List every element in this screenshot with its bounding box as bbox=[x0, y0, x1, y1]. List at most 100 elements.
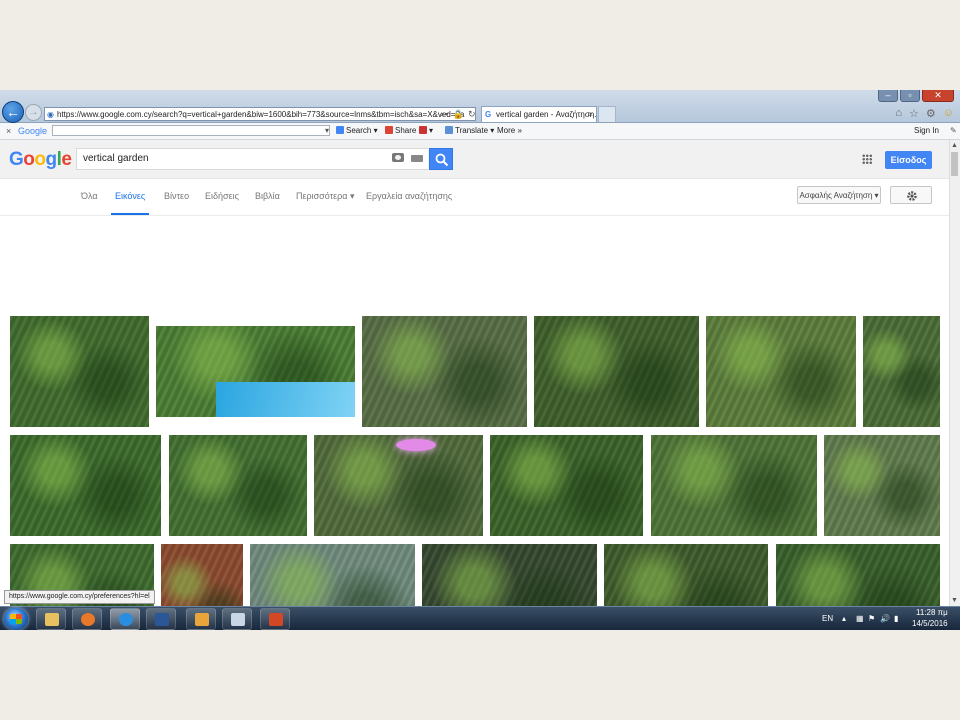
search-input[interactable]: vertical garden bbox=[76, 148, 428, 170]
google-header: Google vertical garden Είσοδος bbox=[0, 140, 950, 179]
image-result-thumbnail[interactable] bbox=[161, 544, 243, 606]
flag-icon[interactable]: ⚑ bbox=[868, 614, 875, 623]
search-button[interactable] bbox=[429, 148, 453, 170]
battery-icon[interactable]: ▮ bbox=[894, 614, 898, 623]
image-results-grid bbox=[0, 216, 950, 606]
window-controls: – ▫ ✕ bbox=[878, 90, 954, 102]
close-button[interactable]: ✕ bbox=[922, 90, 954, 102]
image-result-thumbnail[interactable] bbox=[10, 316, 149, 427]
folder-icon bbox=[45, 613, 59, 626]
image-result-thumbnail[interactable] bbox=[490, 435, 643, 536]
tab-images[interactable]: Εικόνες bbox=[111, 179, 150, 215]
windows-taskbar: EN ▴ ▦ ⚑ 🔊 ▮ 11:28 πμ 14/5/2016 bbox=[0, 606, 960, 630]
keyboard-icon[interactable] bbox=[411, 155, 423, 162]
image-result-thumbnail[interactable] bbox=[824, 435, 940, 536]
image-result-thumbnail[interactable] bbox=[776, 544, 940, 606]
back-arrow-icon[interactable]: ← bbox=[2, 101, 24, 123]
settings-button[interactable] bbox=[890, 186, 932, 204]
tab-search-tools[interactable]: Εργαλεία αναζήτησης bbox=[366, 179, 452, 215]
home-icon[interactable]: ⌂ bbox=[895, 107, 902, 120]
tab-news[interactable]: Ειδήσεις bbox=[205, 179, 239, 215]
toolbar-search-button[interactable]: Search ▾ bbox=[336, 123, 378, 139]
toolbar-close-icon[interactable]: × bbox=[6, 123, 11, 139]
taskbar-word[interactable] bbox=[146, 608, 176, 630]
maximize-button[interactable]: ▫ bbox=[900, 90, 920, 102]
scrollbar-thumb[interactable] bbox=[951, 152, 958, 176]
image-result-thumbnail[interactable] bbox=[863, 316, 940, 427]
tab-all[interactable]: Όλα bbox=[81, 179, 98, 215]
page-icon: ◉ bbox=[47, 110, 54, 119]
image-result-thumbnail[interactable] bbox=[169, 435, 307, 536]
toolbar-translate-button[interactable]: Translate ▾ bbox=[445, 123, 494, 139]
google-favicon-icon: G bbox=[485, 110, 492, 119]
tab-videos[interactable]: Βίντεο bbox=[164, 179, 189, 215]
toolbar-signin-button[interactable]: Sign In bbox=[914, 123, 939, 139]
windows-logo-icon bbox=[10, 614, 22, 624]
image-result-thumbnail[interactable] bbox=[651, 435, 817, 536]
powerpoint-icon bbox=[269, 613, 283, 626]
toolbar-search-input[interactable] bbox=[52, 125, 330, 136]
signin-button[interactable]: Είσοδος bbox=[885, 151, 932, 169]
lock-icon[interactable]: 🔒 bbox=[453, 107, 464, 121]
smiley-icon[interactable]: ☺ bbox=[943, 107, 954, 120]
image-result-thumbnail[interactable] bbox=[156, 326, 355, 417]
clock-time[interactable]: 11:28 πμ bbox=[916, 608, 948, 617]
taskbar-powerpoint[interactable] bbox=[260, 608, 290, 630]
magnifier-icon bbox=[435, 153, 449, 167]
settings-gear-icon[interactable]: ⚙ bbox=[926, 107, 936, 120]
translate-icon bbox=[445, 126, 453, 134]
paint-icon bbox=[231, 613, 245, 626]
toolbar-search-label: Search bbox=[346, 126, 372, 135]
taskbar-internet-explorer[interactable] bbox=[110, 608, 140, 630]
toolbar-translate-label: Translate bbox=[455, 126, 489, 135]
taskbar-media-player[interactable] bbox=[72, 608, 102, 630]
volume-icon[interactable]: 🔊 bbox=[880, 614, 890, 623]
new-tab-button[interactable] bbox=[598, 106, 616, 122]
tab-close-icon[interactable]: × bbox=[588, 107, 593, 122]
image-result-thumbnail[interactable] bbox=[250, 544, 415, 606]
language-indicator[interactable]: EN bbox=[822, 614, 833, 623]
search-dropdown-icon[interactable]: ⌕▾ bbox=[440, 107, 449, 121]
image-result-thumbnail[interactable] bbox=[10, 435, 161, 536]
browser-tab-active[interactable]: G vertical garden - Αναζήτηση... × bbox=[481, 106, 597, 122]
image-result-thumbnail[interactable] bbox=[604, 544, 768, 606]
logo-letter: e bbox=[61, 149, 72, 170]
tray-expand-icon[interactable]: ▴ bbox=[842, 614, 846, 623]
taskbar-paint[interactable] bbox=[222, 608, 252, 630]
toolbar-dropdown-icon[interactable]: ▾ bbox=[325, 123, 329, 139]
word-icon bbox=[155, 613, 169, 626]
vertical-scrollbar[interactable]: ▲ ▼ bbox=[949, 140, 960, 606]
scroll-down-icon[interactable]: ▼ bbox=[951, 597, 958, 604]
image-result-thumbnail[interactable] bbox=[422, 544, 597, 606]
image-result-thumbnail[interactable] bbox=[706, 316, 856, 427]
bookmark-icon bbox=[419, 126, 427, 134]
tab-books[interactable]: Βιβλία bbox=[255, 179, 280, 215]
toolbar-share-button[interactable]: Share bbox=[385, 123, 416, 139]
safe-search-dropdown[interactable]: Ασφαλής Αναζήτηση ▾ bbox=[797, 186, 881, 204]
taskbar-mail[interactable] bbox=[186, 608, 216, 630]
toolbar-bookmark-button[interactable]: ▾ bbox=[419, 123, 433, 139]
google-logo[interactable]: Google bbox=[9, 149, 72, 171]
scroll-up-icon[interactable]: ▲ bbox=[951, 142, 958, 149]
image-result-thumbnail[interactable] bbox=[362, 316, 527, 427]
image-result-thumbnail[interactable] bbox=[314, 435, 483, 536]
favorites-star-icon[interactable]: ☆ bbox=[909, 107, 919, 120]
forward-arrow-icon[interactable]: → bbox=[25, 104, 42, 121]
network-icon[interactable]: ▦ bbox=[856, 614, 864, 623]
toolbar-google-logo: Google bbox=[18, 126, 48, 136]
start-button[interactable] bbox=[4, 608, 28, 630]
toolbar-wrench-icon[interactable]: ✎ bbox=[950, 123, 957, 139]
status-bar-url: https://www.google.com.cy/preferences?hl… bbox=[4, 590, 155, 604]
address-bar[interactable]: ◉ https://www.google.com.cy/search?q=ver… bbox=[44, 107, 476, 121]
camera-icon[interactable] bbox=[392, 153, 404, 162]
tab-more[interactable]: Περισσότερα ▾ bbox=[296, 179, 355, 215]
minimize-button[interactable]: – bbox=[878, 90, 898, 102]
clock-date[interactable]: 14/5/2016 bbox=[912, 619, 948, 628]
image-result-thumbnail[interactable] bbox=[534, 316, 699, 427]
tab-title: vertical garden - Αναζήτηση... bbox=[496, 110, 597, 119]
toolbar-more-button[interactable]: More » bbox=[497, 123, 522, 139]
apps-grid-icon[interactable] bbox=[862, 154, 872, 164]
taskbar-explorer[interactable] bbox=[36, 608, 66, 630]
logo-letter: o bbox=[34, 149, 46, 170]
refresh-icon[interactable]: ↻ bbox=[468, 107, 476, 121]
